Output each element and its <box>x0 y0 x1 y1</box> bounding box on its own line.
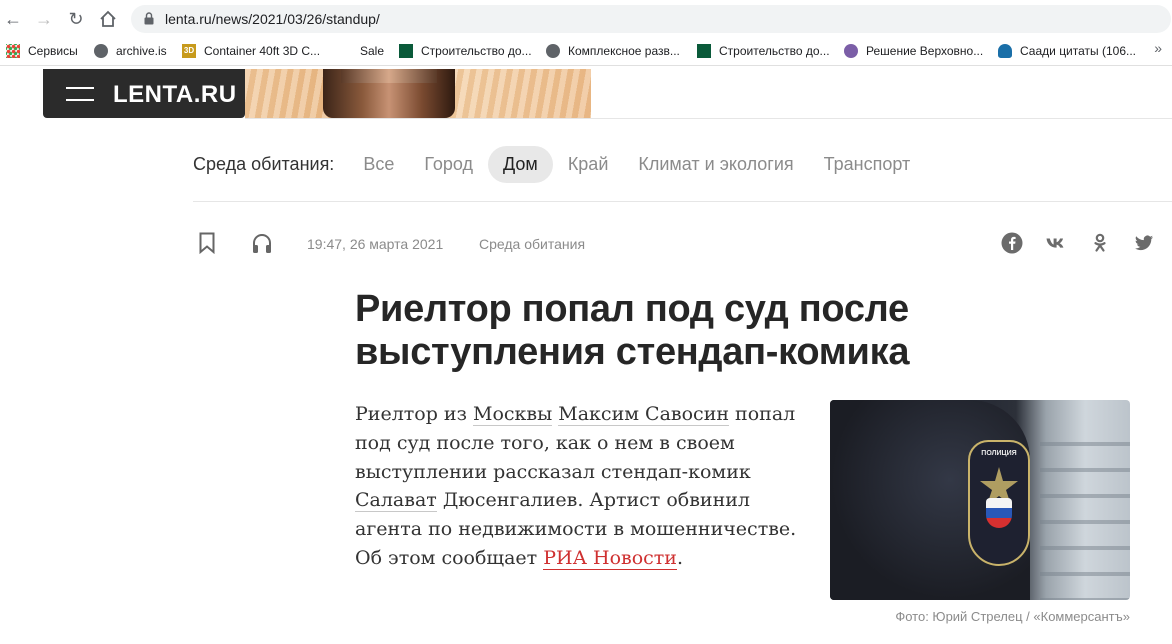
article-meta: 19:47, 26 марта 2021 Среда обитания <box>193 228 1172 260</box>
vk-icon[interactable] <box>1045 232 1067 254</box>
bookmark-label: archive.is <box>116 44 167 58</box>
browser-toolbar: ← → ↻ lenta.ru/news/2021/03/26/standup/ <box>0 0 1172 37</box>
link-person[interactable]: Максим Савосин <box>558 403 730 426</box>
link-moscow[interactable]: Москвы <box>472 403 553 426</box>
apps-grid-icon <box>6 44 20 58</box>
facebook-icon[interactable] <box>1001 232 1023 254</box>
rubric-title: Среда обитания: <box>193 153 335 174</box>
bookmark-label: Саади цитаты (106... <box>1020 44 1137 58</box>
bookmark-label: Строительство до... <box>421 44 532 58</box>
more-bookmarks-icon[interactable]: » <box>1154 40 1162 56</box>
tree-icon <box>998 44 1012 58</box>
police-patch: ПОЛИЦИЯ <box>968 440 1030 566</box>
rubric-climate[interactable]: Климат и экология <box>623 146 808 183</box>
3d-icon: 3D <box>182 44 196 58</box>
flag-shield-icon <box>986 498 1012 528</box>
browser-chrome: ← → ↻ lenta.ru/news/2021/03/26/standup/ … <box>0 0 1172 68</box>
bookmark-construction-2[interactable]: Строительство до... <box>697 42 830 60</box>
forward-icon[interactable]: → <box>33 8 55 30</box>
page-icon <box>697 44 711 58</box>
page-icon <box>399 44 413 58</box>
rubric-all[interactable]: Все <box>348 146 409 183</box>
menu-icon[interactable] <box>66 87 94 101</box>
bookmark-label: Сервисы <box>28 44 78 58</box>
bookmark-saadi[interactable]: Саади цитаты (106... <box>998 42 1136 60</box>
lock-icon <box>144 12 154 25</box>
bookmark-container[interactable]: 3D Container 40ft 3D C... <box>182 42 320 60</box>
header-divider <box>245 118 1172 119</box>
bookmark-label: Sale <box>360 44 385 58</box>
rubric-divider <box>193 201 1172 202</box>
bookmark-archive[interactable]: archive.is <box>94 42 167 60</box>
bookmark-services[interactable]: Сервисы <box>6 42 78 60</box>
globe-icon <box>94 44 108 58</box>
bookmark-complex[interactable]: Комплексное разв... <box>546 42 680 60</box>
bookmark-decision[interactable]: Решение Верховно... <box>844 42 983 60</box>
twitter-icon[interactable] <box>1133 232 1155 254</box>
odnoklassniki-icon[interactable] <box>1089 232 1111 254</box>
bookmark-sale[interactable]: Sale <box>360 42 384 60</box>
site-header: LENTA.RU <box>43 69 245 118</box>
article-rubric-link[interactable]: Среда обитания <box>479 236 585 252</box>
rubric-region[interactable]: Край <box>553 146 624 183</box>
photo-caption: Фото: Юрий Стрелец / «Коммерсантъ» <box>895 609 1130 624</box>
banner-jar-lid <box>341 69 437 83</box>
rubric-nav: Среда обитания: Все Город Дом Край Клима… <box>193 144 925 184</box>
link-salavat[interactable]: Салават <box>355 489 437 513</box>
reload-icon[interactable]: ↻ <box>65 8 87 30</box>
article-datetime: 19:47, 26 марта 2021 <box>307 236 444 252</box>
rubric-transport[interactable]: Транспорт <box>809 146 926 183</box>
address-bar[interactable]: lenta.ru/news/2021/03/26/standup/ <box>131 5 1171 33</box>
site-logo[interactable]: LENTA.RU <box>113 81 237 109</box>
article-title: Риелтор попал под суд после выступления … <box>355 288 910 373</box>
home-icon[interactable] <box>97 8 119 30</box>
url-text: lenta.ru/news/2021/03/26/standup/ <box>165 11 380 27</box>
lead-text: . <box>676 546 684 569</box>
bookmark-label: Container 40ft 3D C... <box>204 44 321 58</box>
rubric-city[interactable]: Город <box>409 146 488 183</box>
back-icon[interactable]: ← <box>2 8 24 30</box>
headphones-icon[interactable] <box>251 232 273 254</box>
ad-banner[interactable] <box>245 69 591 118</box>
photo-background-bars <box>1040 420 1130 600</box>
bookmarks-bar: Сервисы archive.is 3D Container 40ft 3D … <box>0 37 1172 66</box>
bookmark-label: Решение Верховно... <box>866 44 984 58</box>
article-photo[interactable]: ПОЛИЦИЯ <box>830 400 1130 600</box>
avatar-icon <box>844 44 858 58</box>
bookmark-label: Комплексное разв... <box>568 44 680 58</box>
bookmark-label: Строительство до... <box>719 44 830 58</box>
link-ria-novosti[interactable]: РИА Новости <box>543 546 677 570</box>
article-lead: Риелтор из Москвы Максим Савосин попал п… <box>355 400 810 573</box>
bookmark-icon[interactable] <box>199 232 215 254</box>
patch-text: ПОЛИЦИЯ <box>981 450 1017 457</box>
lead-text: Риелтор из <box>355 403 473 425</box>
globe-icon <box>546 44 560 58</box>
bookmark-construction-1[interactable]: Строительство до... <box>399 42 532 60</box>
rubric-home[interactable]: Дом <box>488 145 553 183</box>
